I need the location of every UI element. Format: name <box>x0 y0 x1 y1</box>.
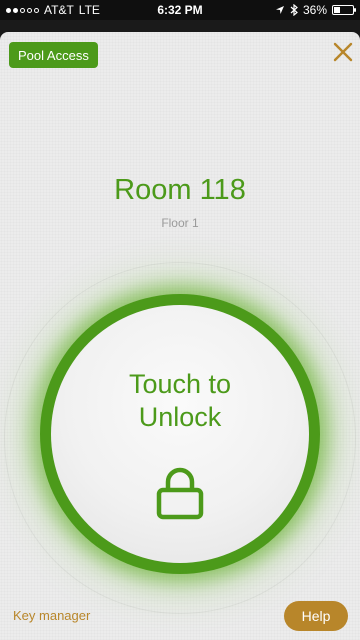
lock-icon <box>156 467 204 520</box>
location-arrow-icon <box>275 6 284 14</box>
unlock-button-face[interactable]: Touch to Unlock <box>51 305 309 563</box>
key-manager-link[interactable]: Key manager <box>13 608 90 623</box>
status-bar: AT&T LTE 6:32 PM 36% <box>0 0 360 20</box>
battery-percent: 36% <box>302 3 327 17</box>
battery-icon <box>332 5 356 15</box>
pool-access-button[interactable]: Pool Access <box>9 42 98 68</box>
carrier-name: AT&T <box>44 3 74 17</box>
close-icon[interactable] <box>330 39 356 65</box>
network-type: LTE <box>78 3 100 17</box>
battery-fill <box>334 7 341 13</box>
unlock-label-line2: Unlock <box>138 402 222 432</box>
room-title: Room 118 <box>114 174 246 206</box>
status-right: 36% <box>275 3 356 17</box>
unlock-button[interactable]: Touch to Unlock <box>40 294 320 574</box>
help-button[interactable]: Help <box>284 601 348 631</box>
unlock-label-line1: Touch to <box>128 369 232 399</box>
unlock-label: Touch to Unlock <box>51 368 309 434</box>
status-left: AT&T LTE <box>6 3 100 17</box>
signal-strength-icon <box>6 7 39 13</box>
floor-label: Floor 1 <box>161 216 199 230</box>
bluetooth-icon <box>290 4 298 16</box>
key-sheet: Pool Access Room 118 Floor 1 Touch to Un… <box>0 32 360 640</box>
